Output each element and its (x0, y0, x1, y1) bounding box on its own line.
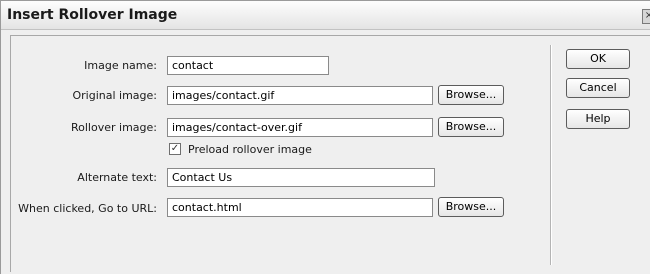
preload-checkbox[interactable]: ✓ (169, 143, 181, 155)
vertical-divider (550, 45, 551, 265)
alternate-text-label: Alternate text: (77, 171, 157, 184)
original-image-input[interactable]: images/contact.gif (167, 86, 433, 105)
preload-checkbox-label: Preload rollover image (188, 143, 312, 156)
title-bar: Insert Rollover Image × (1, 1, 650, 30)
image-name-input[interactable]: contact (167, 56, 329, 75)
rollover-image-browse-button[interactable]: Browse... (438, 117, 504, 137)
image-name-label: Image name: (84, 59, 157, 72)
close-icon[interactable]: × (642, 9, 650, 24)
go-to-url-input[interactable]: contact.html (167, 198, 433, 217)
cancel-button[interactable]: Cancel (566, 78, 630, 98)
ok-button[interactable]: OK (566, 49, 630, 69)
alternate-text-input[interactable]: Contact Us (167, 168, 435, 187)
original-image-label: Original image: (72, 89, 157, 102)
rollover-image-input[interactable]: images/contact-over.gif (167, 118, 433, 137)
insert-rollover-image-dialog: Insert Rollover Image × Image name: cont… (0, 0, 650, 274)
dialog-title: Insert Rollover Image (7, 7, 178, 23)
rollover-image-label: Rollover image: (71, 121, 157, 134)
go-to-url-label: When clicked, Go to URL: (18, 202, 157, 215)
help-button[interactable]: Help (566, 109, 630, 129)
go-to-url-browse-button[interactable]: Browse... (438, 197, 504, 217)
original-image-browse-button[interactable]: Browse... (438, 85, 504, 105)
